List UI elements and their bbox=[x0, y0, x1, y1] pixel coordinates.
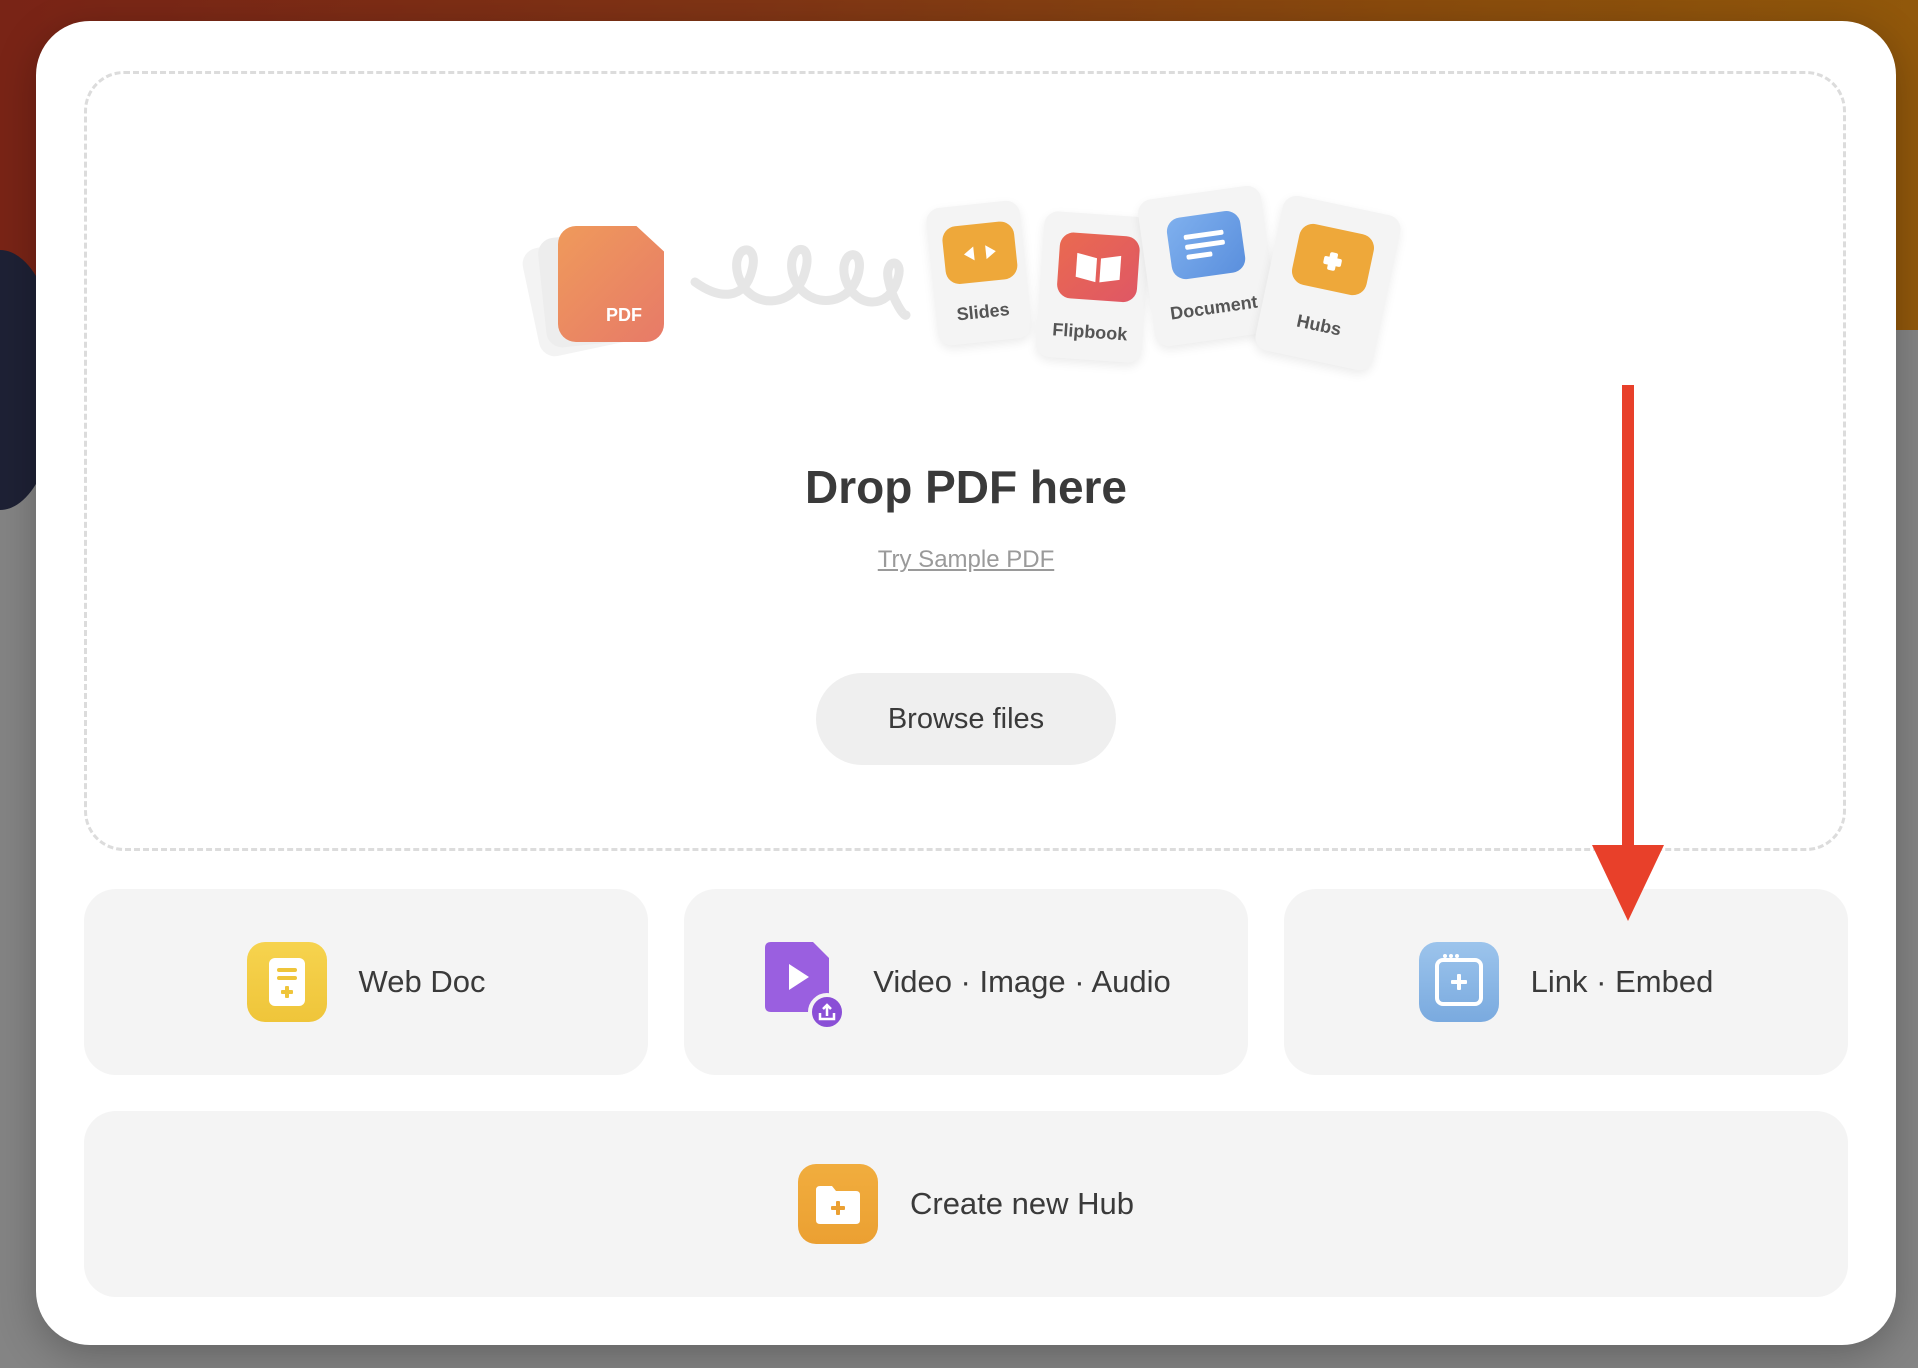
slides-arrows-icon bbox=[941, 220, 1019, 286]
web-doc-option[interactable]: Web Doc bbox=[84, 889, 648, 1075]
video-image-audio-label: Video · Image · Audio bbox=[873, 964, 1171, 999]
format-card-flipbook: Flipbook bbox=[1035, 210, 1151, 364]
browse-files-button[interactable]: Browse files bbox=[816, 673, 1116, 765]
open-book-icon bbox=[1056, 231, 1141, 304]
video-upload-icon bbox=[761, 942, 847, 1031]
browser-plus-icon bbox=[1418, 942, 1499, 1022]
dropzone-title: Drop PDF here bbox=[804, 461, 1128, 513]
pdf-file-label: PDF bbox=[606, 305, 642, 325]
link-embed-label: Link · Embed bbox=[1530, 964, 1714, 999]
folder-plus-icon bbox=[797, 1164, 878, 1244]
video-image-audio-option[interactable]: Video · Image · Audio bbox=[684, 889, 1248, 1075]
try-sample-pdf-link[interactable]: Try Sample PDF bbox=[0, 546, 1918, 574]
document-plus-icon bbox=[246, 942, 327, 1022]
format-label-slides: Slides bbox=[955, 299, 1011, 325]
text-lines-icon bbox=[1165, 209, 1248, 281]
link-embed-option[interactable]: Link · Embed bbox=[1284, 889, 1848, 1075]
create-new-hub-label: Create new Hub bbox=[909, 1186, 1134, 1221]
folder-plus-icon bbox=[1289, 221, 1377, 298]
web-doc-label: Web Doc bbox=[358, 964, 486, 999]
format-card-slides: Slides bbox=[925, 199, 1033, 347]
format-label-hubs: Hubs bbox=[1294, 310, 1344, 340]
format-label-flipbook: Flipbook bbox=[1051, 319, 1128, 345]
create-new-hub-option[interactable]: Create new Hub bbox=[84, 1111, 1848, 1297]
